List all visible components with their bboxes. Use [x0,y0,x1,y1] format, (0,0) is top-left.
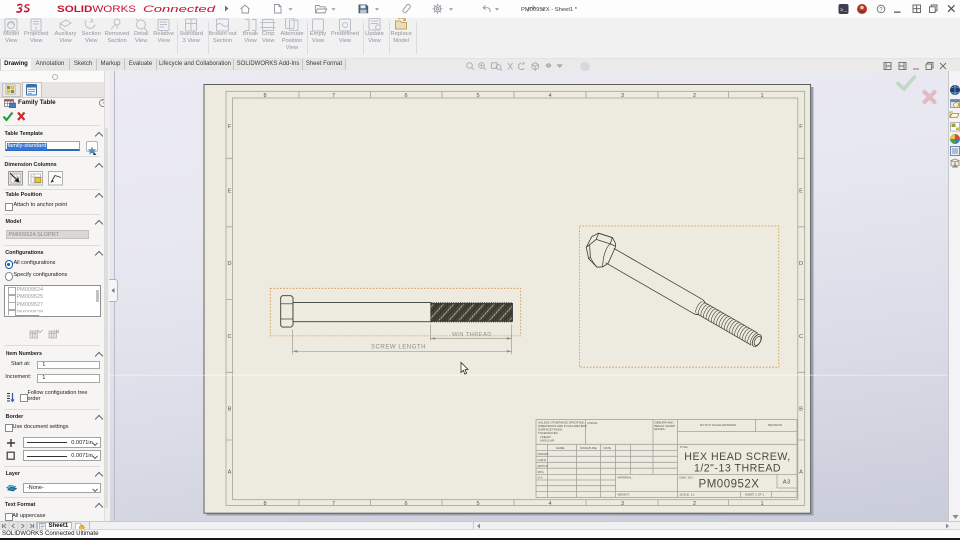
svg-text:Connected: Connected [143,3,216,14]
svg-text:?: ? [879,6,883,13]
svg-text:>_: >_ [840,6,847,13]
svg-text:SOLIDWORKS: SOLID WORKS [57,4,136,15]
svg-text:PM00952X - Sheet1 *: PM00952X - Sheet1 * [521,7,578,13]
